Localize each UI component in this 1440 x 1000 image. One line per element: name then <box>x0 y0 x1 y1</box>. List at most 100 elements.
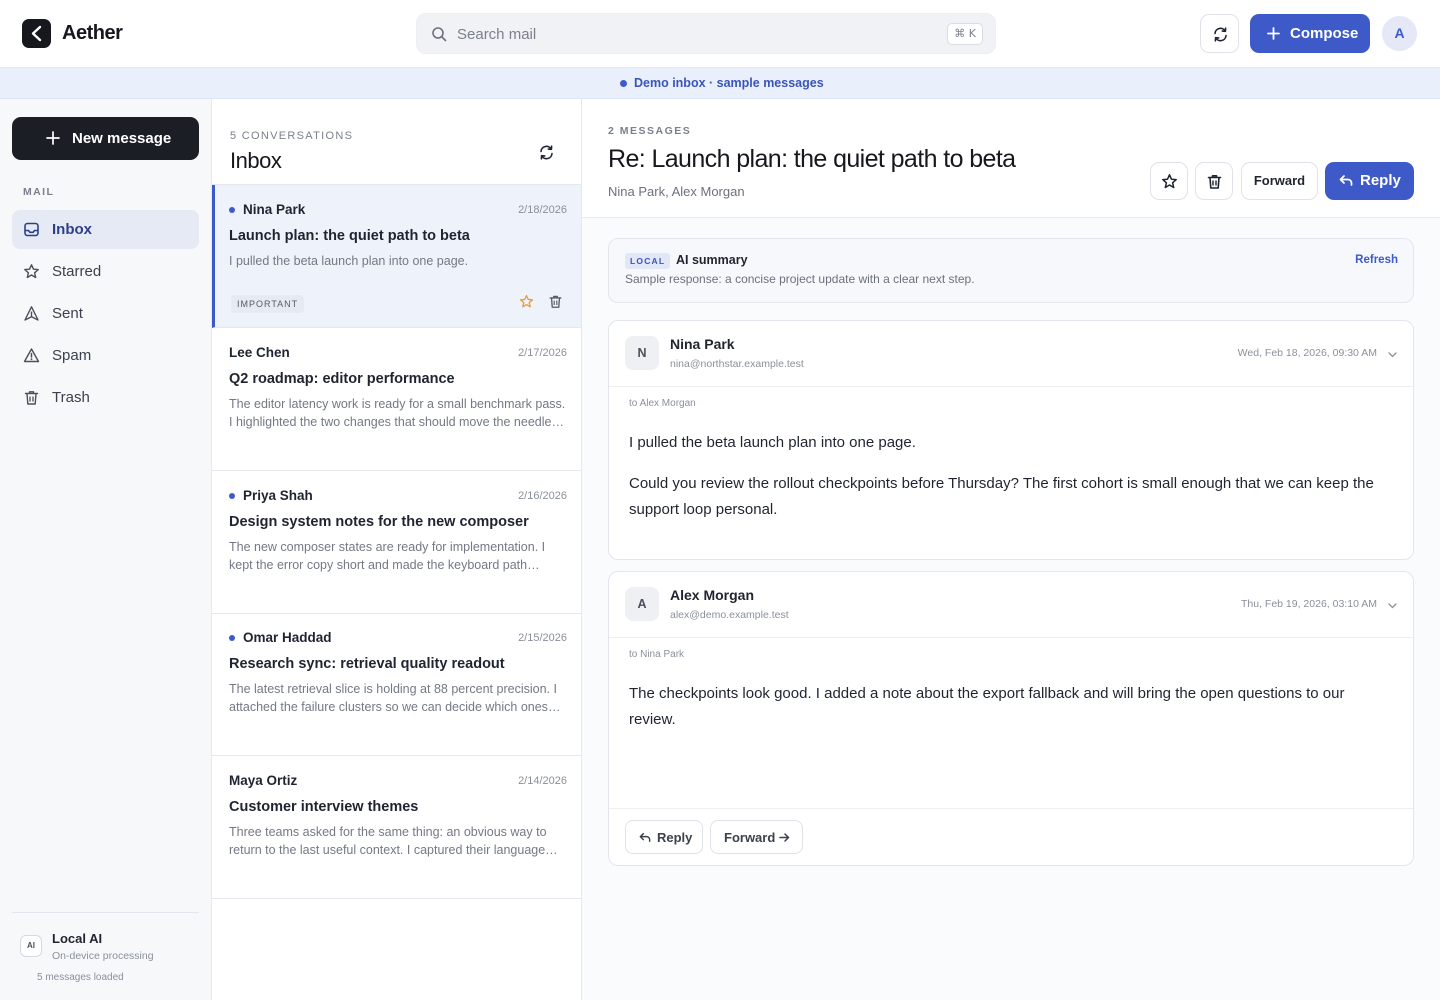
trash-icon <box>1207 175 1222 189</box>
conversation-snippet: The editor latency work is ready for a s… <box>229 397 566 429</box>
list-refresh-button[interactable] <box>538 144 556 162</box>
thread-participants: Nina Park, Alex Morgan <box>608 184 745 199</box>
message-paragraph: The checkpoints look good. I added a not… <box>629 685 1345 728</box>
reply-label: Reply <box>1360 172 1401 189</box>
footer-reply-button[interactable]: Reply <box>625 820 703 854</box>
sidebar-item-label: Spam <box>52 347 92 364</box>
conversation-count: 5 CONVERSATIONS <box>230 130 354 142</box>
star-icon <box>1162 174 1177 189</box>
conversation-sender: Maya Ortiz <box>229 773 298 788</box>
sidebar-section-label: MAIL <box>23 186 55 198</box>
sidebar-divider <box>12 912 199 913</box>
conversation-item[interactable]: Priya Shah 2/16/2026 Design system notes… <box>212 471 581 614</box>
summary-refresh-link[interactable]: Refresh <box>1355 254 1398 266</box>
conversation-sender: Priya Shah <box>243 488 313 503</box>
list-title: Inbox <box>230 148 282 173</box>
conversation-item[interactable]: Omar Haddad 2/15/2026 Research sync: ret… <box>212 613 581 756</box>
conversation-date: 2/15/2026 <box>518 632 567 644</box>
message-paragraph: Could you review the rollout checkpoints… <box>629 475 1374 518</box>
footer-forward-button[interactable]: Forward <box>710 820 803 854</box>
message-email: nina@northstar.example.test <box>670 358 804 370</box>
ai-message-count: 5 messages loaded <box>37 972 124 983</box>
message-count: 2 MESSAGES <box>608 125 692 137</box>
logo-icon <box>22 19 51 48</box>
sidebar-item-label: Starred <box>52 263 102 280</box>
summary-text: Sample response: a concise project updat… <box>625 272 975 286</box>
compose-button[interactable]: Compose <box>1250 14 1370 53</box>
unread-dot <box>229 493 235 499</box>
message-recipient: to Alex Morgan <box>629 398 696 409</box>
conversation-date: 2/18/2026 <box>518 204 567 216</box>
chevron-down-icon[interactable] <box>1388 603 1397 609</box>
footer-forward-label: Forward <box>724 830 776 845</box>
compose-label: Compose <box>1290 25 1359 42</box>
message-date: Thu, Feb 19, 2026, 03:10 AM <box>1240 598 1377 610</box>
ai-title: Local AI <box>52 931 103 946</box>
conversation-sender: Lee Chen <box>229 345 290 360</box>
arrow-right-icon <box>779 833 790 842</box>
conversation-subject: Design system notes for the new composer <box>229 514 529 530</box>
star-button[interactable] <box>1150 162 1188 200</box>
delete-button[interactable] <box>1195 162 1233 200</box>
message-body: The checkpoints look good. I added a not… <box>629 681 1389 733</box>
chevron-down-icon[interactable] <box>1388 352 1397 358</box>
sidebar-item-trash[interactable]: Trash <box>12 378 199 417</box>
unread-dot <box>229 207 235 213</box>
sidebar-item-spam[interactable]: Spam <box>12 336 199 375</box>
summary-title: AI summary <box>676 253 748 267</box>
conversation-subject: Q2 roadmap: editor performance <box>229 371 455 387</box>
refresh-button[interactable] <box>1200 14 1239 53</box>
footer-reply-label: Reply <box>657 830 693 845</box>
conversation-date: 2/16/2026 <box>518 490 567 502</box>
conversation-date: 2/17/2026 <box>518 347 567 359</box>
message-sender: Alex Morgan <box>670 587 755 603</box>
demo-banner: Demo inbox · sample messages <box>0 68 1440 99</box>
conversation-item[interactable]: Lee Chen 2/17/2026 Q2 roadmap: editor pe… <box>212 328 581 471</box>
sidebar-item-inbox[interactable]: Inbox <box>12 210 199 249</box>
account-avatar[interactable]: A <box>1382 16 1417 51</box>
thread-header: 2 MESSAGES Re: Launch plan: the quiet pa… <box>582 99 1440 218</box>
reply-button[interactable]: Reply <box>1325 162 1414 200</box>
search-bar[interactable]: ⌘ K <box>416 13 996 54</box>
sidebar-item-label: Sent <box>52 305 83 322</box>
ai-subtitle: On-device processing <box>52 950 154 962</box>
send-icon <box>23 305 40 322</box>
star-icon <box>23 263 40 280</box>
message-divider <box>609 386 1413 387</box>
conversation-sender: Nina Park <box>243 202 306 217</box>
alert-icon <box>23 347 40 364</box>
search-input[interactable] <box>457 22 937 46</box>
conversation-date: 2/14/2026 <box>518 775 567 787</box>
conversation-subject: Research sync: retrieval quality readout <box>229 656 505 672</box>
ai-badge: AI <box>20 935 42 957</box>
message-sender: Nina Park <box>670 336 735 352</box>
local-tag: LOCAL <box>625 253 671 269</box>
message-card: N Nina Park nina@northstar.example.test … <box>608 320 1414 560</box>
new-message-button[interactable]: New message <box>12 117 199 160</box>
star-icon[interactable] <box>519 294 534 309</box>
sender-avatar: A <box>625 587 659 621</box>
sidebar-item-sent[interactable]: Sent <box>12 294 199 333</box>
inbox-icon <box>23 221 40 238</box>
sidebar: New message MAIL Inbox Starred Sent Spam… <box>0 99 212 1000</box>
forward-button[interactable]: Forward <box>1241 162 1318 200</box>
sidebar-item-starred[interactable]: Starred <box>12 252 199 291</box>
conversation-item[interactable]: Maya Ortiz 2/14/2026 Customer interview … <box>212 756 581 899</box>
reply-icon <box>639 832 651 843</box>
conversation-snippet: The latest retrieval slice is holding at… <box>229 682 557 714</box>
reading-pane: 2 MESSAGES Re: Launch plan: the quiet pa… <box>582 99 1440 1000</box>
sidebar-item-label: Trash <box>52 389 90 406</box>
conversation-snippet: Three teams asked for the same thing: an… <box>229 825 547 857</box>
unread-dot <box>229 635 235 641</box>
conversation-item[interactable]: Nina Park 2/18/2026 Launch plan: the qui… <box>212 185 581 328</box>
message-paragraph: I pulled the beta launch plan into one p… <box>629 434 916 451</box>
trash-icon[interactable] <box>548 294 563 309</box>
important-badge: IMPORTANT <box>231 295 305 313</box>
thread-title: Re: Launch plan: the quiet path to beta <box>608 145 1016 173</box>
refresh-icon <box>540 145 553 160</box>
top-bar: Aether ⌘ K Compose A <box>0 0 1440 68</box>
new-message-label: New message <box>72 130 172 147</box>
reply-icon <box>1339 175 1353 186</box>
message-email: alex@demo.example.test <box>670 609 789 621</box>
conversation-snippet: The new composer states are ready for im… <box>229 540 546 572</box>
